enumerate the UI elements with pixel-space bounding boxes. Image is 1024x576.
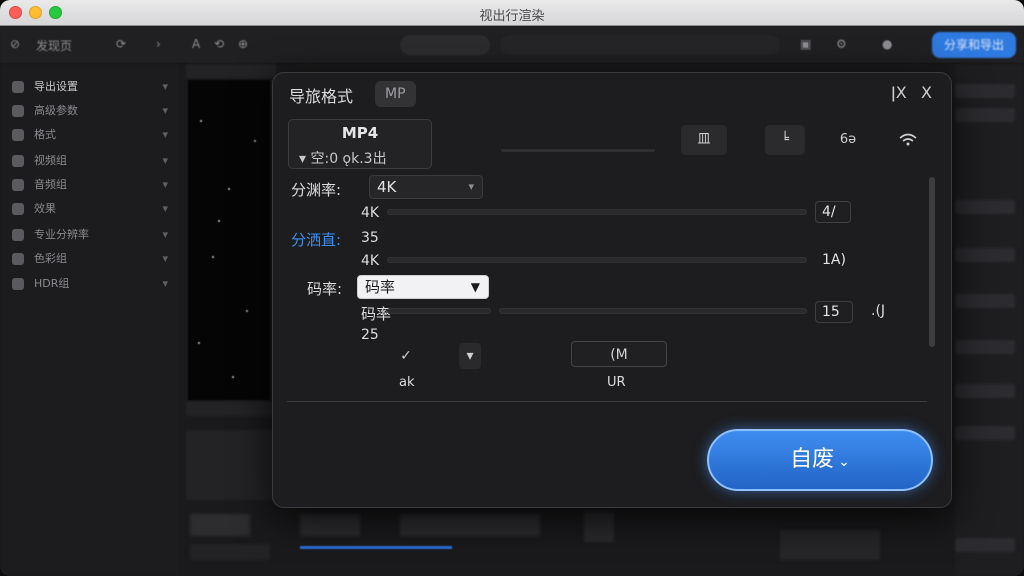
frame-rate-slider-label: 4K bbox=[361, 253, 380, 269]
resolution-slider-label: 4K bbox=[361, 205, 380, 221]
bitrate-sub-value: 25 bbox=[361, 327, 379, 343]
chevron-icon: ▾ bbox=[162, 202, 168, 215]
share-export-button[interactable]: 分享和导出 bbox=[931, 32, 1016, 58]
export-format-dialog: 导旅格式 MP ǀX X MP4 ▾ 空:0 ǫk.3出 皿 ╘ 6ǝ 分渊率:… bbox=[272, 72, 952, 508]
settings-icon[interactable]: ⚙ bbox=[836, 37, 847, 51]
resolution-dropdown[interactable]: 4K ▾ bbox=[369, 175, 483, 199]
chevron-icon: ▾ bbox=[162, 128, 168, 141]
help-icon[interactable]: ⊘ bbox=[10, 37, 20, 51]
sidebar-item-advanced[interactable]: 高级参数 ▾ bbox=[6, 100, 176, 122]
project-label[interactable]: 发现页 bbox=[36, 37, 72, 54]
dialog-title: 导旅格式 bbox=[289, 87, 354, 106]
tool-strip[interactable] bbox=[500, 35, 780, 55]
format-name: MP4 bbox=[341, 124, 379, 142]
timeline-label bbox=[190, 544, 270, 560]
timeline-progress[interactable] bbox=[300, 546, 452, 549]
bitrate-label: 码率: bbox=[307, 280, 343, 298]
playback-control-group[interactable] bbox=[400, 35, 490, 55]
chevron-icon: ▾ bbox=[162, 104, 168, 117]
dialog-scrollbar[interactable] bbox=[929, 177, 935, 347]
layout-icon[interactable]: ▣ bbox=[800, 37, 811, 51]
resolution-number[interactable]: 4/ bbox=[815, 201, 851, 223]
chevron-icon: ▾ bbox=[162, 80, 168, 93]
chevron-down-icon: ⌄ bbox=[838, 454, 850, 470]
main-toolbar: ⊘ 发现页 ⟳ › A ⟲ ⊕ ▣ ⚙ ● 分享和导出 bbox=[0, 26, 1024, 64]
clip-list bbox=[186, 430, 276, 500]
frame-rate-number[interactable]: 1A) bbox=[815, 249, 853, 271]
chevron-icon: ▾ bbox=[162, 252, 168, 265]
preview-header bbox=[186, 64, 276, 78]
bitrate-dropdown[interactable]: 码率 ▼ bbox=[357, 275, 489, 299]
inspector-field[interactable] bbox=[780, 530, 880, 560]
chevron-icon: ▾ bbox=[162, 228, 168, 241]
resolution-label: 分渊率: bbox=[291, 181, 342, 199]
bitrate-unit: .(J bbox=[871, 303, 886, 319]
undo-icon[interactable]: ⟲ bbox=[214, 37, 224, 51]
format-progress-track bbox=[501, 149, 655, 152]
timeline-icon[interactable] bbox=[584, 512, 614, 542]
bitrate-slider-label: 码率 bbox=[361, 305, 392, 323]
location-icon[interactable]: ● bbox=[882, 37, 892, 51]
format-tag[interactable]: MP bbox=[375, 81, 416, 107]
sidebar-item-video[interactable]: 视频组 ▾ bbox=[6, 150, 176, 172]
app-window: 视出行渲染 ⊘ 发现页 ⟳ › A ⟲ ⊕ ▣ ⚙ ● 分享和导出 导出设置 ▾ … bbox=[0, 0, 1024, 576]
sidebar-item-effects[interactable]: 效果 ▾ bbox=[6, 198, 176, 220]
frame-icon[interactable]: ╘ bbox=[765, 125, 805, 155]
frame-rate-label: 分洒直: bbox=[291, 231, 342, 249]
chevron-down-icon[interactable]: ▾ bbox=[459, 343, 481, 369]
chevron-down-icon: ▼ bbox=[470, 280, 480, 294]
inspector-panel bbox=[955, 64, 1024, 576]
sidebar-item-resolution[interactable]: 专业分辨率 ▾ bbox=[6, 224, 176, 246]
sidebar-item-format[interactable]: 格式 ▾ bbox=[6, 124, 176, 146]
codec-box[interactable]: (M bbox=[571, 341, 667, 367]
codec-caption: UR bbox=[607, 375, 626, 390]
minimize-dialog-icon[interactable]: ǀX bbox=[891, 83, 907, 102]
number-icon[interactable]: 6ǝ bbox=[829, 125, 867, 155]
format-subtitle: ▾ 空:0 ǫk.3出 bbox=[299, 151, 387, 167]
close-dialog-icon[interactable]: X bbox=[921, 83, 932, 102]
check-caption: ak bbox=[399, 375, 415, 390]
text-tool-icon[interactable]: A bbox=[192, 37, 200, 51]
bitrate-slider[interactable] bbox=[499, 308, 807, 314]
sidebar-item-color[interactable]: 色彩组 ▾ bbox=[6, 248, 176, 270]
chevron-icon: ▾ bbox=[162, 178, 168, 191]
bitrate-number[interactable]: 15 bbox=[815, 301, 853, 323]
sidebar-item-export-settings[interactable]: 导出设置 ▾ bbox=[6, 76, 176, 98]
resolution-slider[interactable] bbox=[387, 209, 807, 215]
chevron-icon: ▾ bbox=[162, 277, 168, 290]
chevron-right-icon[interactable]: › bbox=[156, 37, 161, 51]
primary-action-button[interactable]: 自废 ⌄ bbox=[707, 429, 933, 491]
sidebar-item-audio[interactable]: 音频组 ▾ bbox=[6, 174, 176, 196]
frame-rate-value: 35 bbox=[361, 230, 379, 246]
confirm-check-icon[interactable]: ✓ bbox=[379, 343, 433, 369]
film-icon[interactable]: 皿 bbox=[681, 125, 727, 155]
window-title: 视出行渲染 bbox=[479, 9, 545, 24]
format-selector[interactable]: MP4 ▾ 空:0 ǫk.3出 bbox=[288, 119, 432, 169]
frame-rate-slider[interactable] bbox=[387, 257, 807, 263]
title-bar: 视出行渲染 bbox=[0, 0, 1024, 26]
timeline-toolbar[interactable] bbox=[190, 514, 590, 536]
bitrate-slider-left[interactable] bbox=[387, 308, 491, 314]
refresh-icon[interactable]: ⟳ bbox=[116, 37, 126, 51]
zoom-icon[interactable]: ⊕ bbox=[238, 37, 248, 51]
wifi-icon[interactable] bbox=[891, 125, 925, 155]
chevron-down-icon: ▾ bbox=[468, 180, 474, 193]
sidebar-item-hdr[interactable]: HDR组 ▾ bbox=[6, 273, 176, 295]
dialog-divider bbox=[287, 401, 927, 402]
preview-footer bbox=[186, 402, 276, 416]
video-preview bbox=[188, 80, 270, 400]
chevron-icon: ▾ bbox=[162, 154, 168, 167]
